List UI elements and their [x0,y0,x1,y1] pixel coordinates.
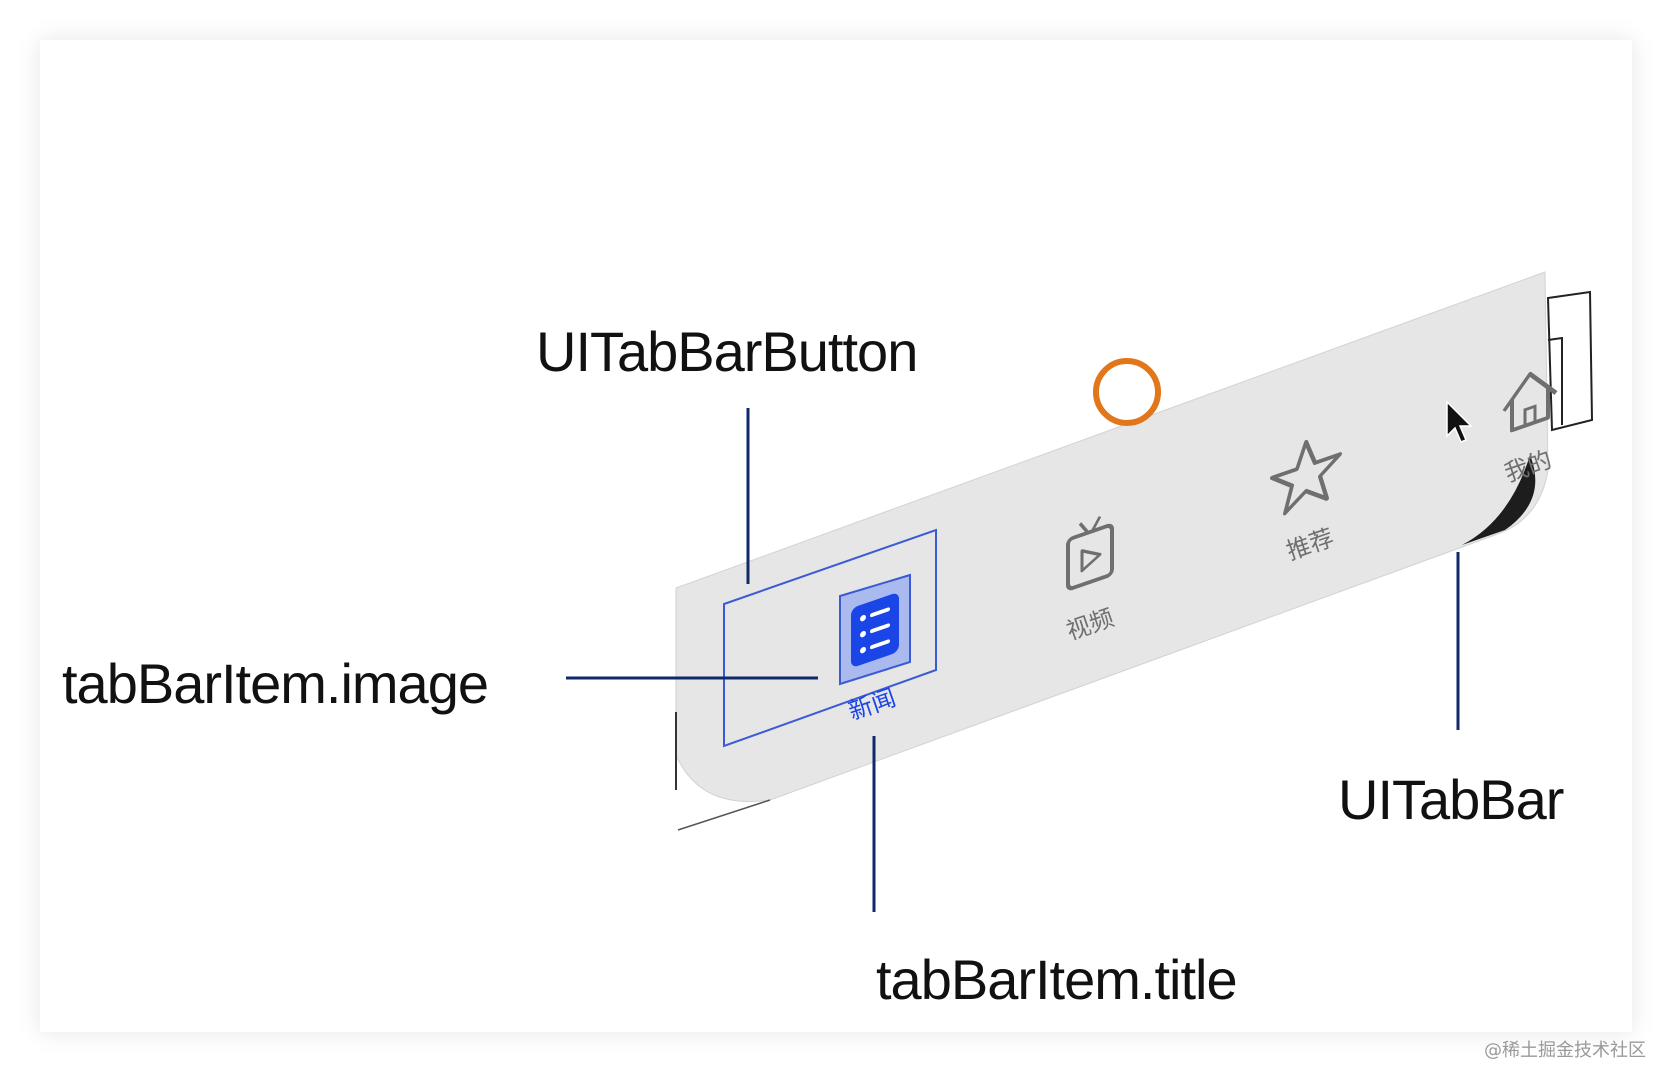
canvas: 新闻 视频 推荐 我的 UITabBarButton tabBarItem.im… [0,0,1672,1072]
watermark: @稀土掘金技术社区 [1484,1040,1646,1061]
touch-indicator-circle [1093,358,1161,426]
tab-bar-diagram: 新闻 视频 推荐 我的 [566,271,1594,912]
callout-item-title: tabBarItem.title [876,948,1238,1011]
tab-bar-bottom-edge [677,799,771,831]
tab-bar-back-edge [1546,290,1594,432]
callout-tab-bar-button: UITabBarButton [536,320,918,383]
callout-tab-bar: UITabBar [1338,768,1564,831]
callout-item-image: tabBarItem.image [62,652,489,715]
